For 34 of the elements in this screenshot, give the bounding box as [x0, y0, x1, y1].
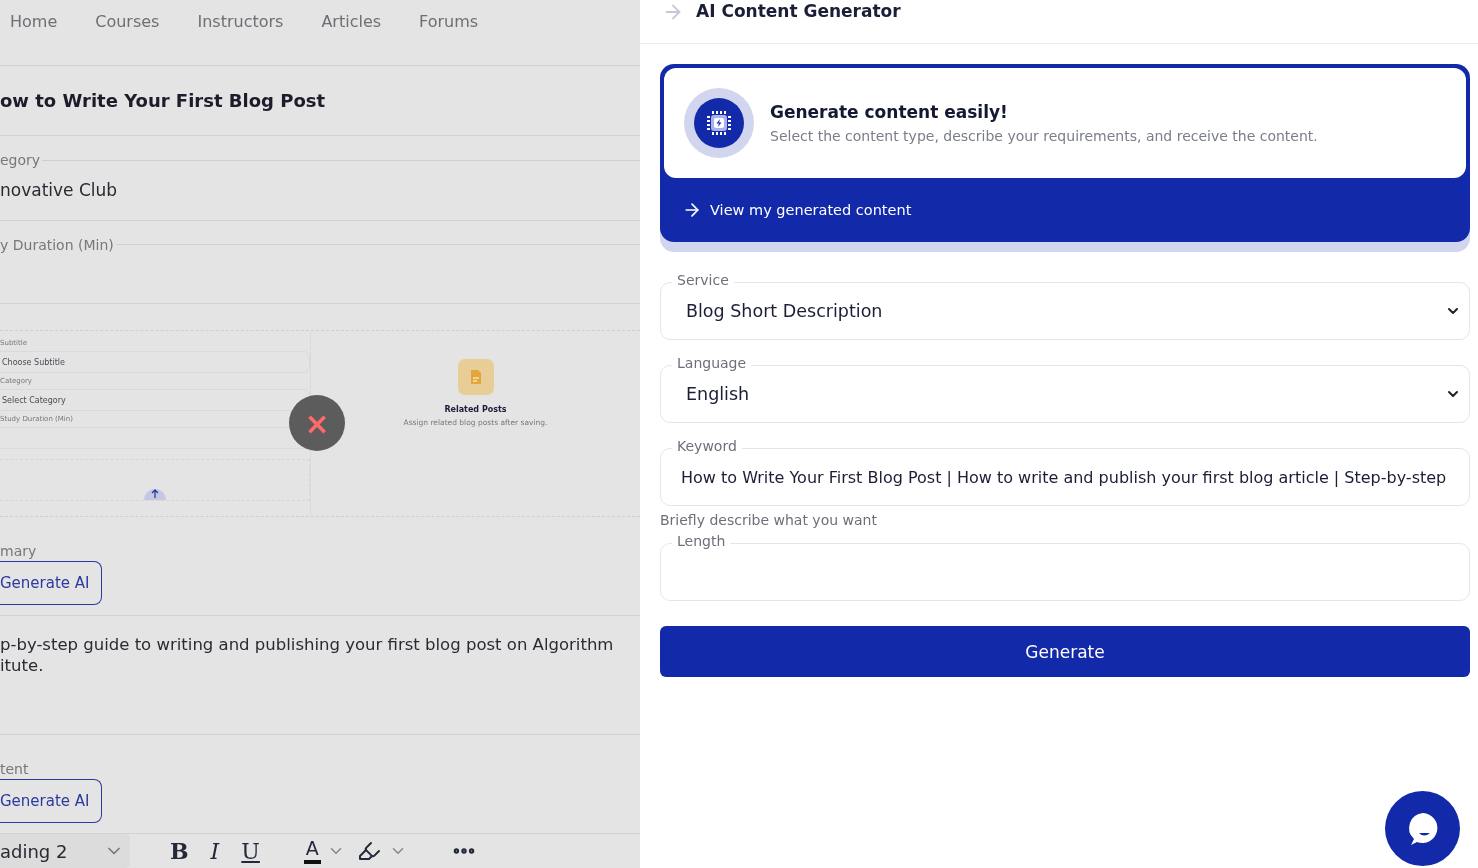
intro-text: Select the content type, describe your requirements, and receive the content. [770, 128, 1318, 144]
field-legend: tent [0, 761, 29, 777]
summary-text: p-by-step guide to writing and publishing your first blog post on Algorithm itute. [0, 633, 615, 676]
intro-heading: Generate content easily! [770, 102, 1009, 122]
block-style-select[interactable]: ading 2 [0, 834, 130, 868]
generate-ai-button[interactable]: Generate AI [0, 560, 102, 605]
generate-button[interactable]: Generate [660, 626, 1470, 677]
field-legend: y Duration (Min) [0, 236, 114, 253]
field-legend: egory [0, 152, 41, 169]
italic-button[interactable]: I [202, 834, 228, 868]
generate-ai-button[interactable]: Generate AI [0, 779, 102, 823]
underline-button[interactable]: U [233, 834, 268, 868]
text-color-button[interactable]: A [303, 838, 321, 864]
panel-title: AI Content Generator [696, 1, 901, 21]
nav-link[interactable]: Home [10, 11, 58, 31]
field-legend: mary [0, 542, 37, 559]
generated-content-link[interactable]: View my generated content [664, 178, 912, 242]
nav-link[interactable]: Forums [419, 11, 479, 31]
mini-field: Select Category [0, 389, 310, 412]
post-title: ow to Write Your First Blog Post [0, 89, 326, 111]
field-value[interactable]: novative Club [0, 180, 640, 201]
bold-button[interactable]: B [162, 834, 197, 868]
chip-icon [704, 108, 734, 138]
nav-link[interactable]: Articles [321, 11, 382, 31]
mini-field: Choose Subtitle [0, 351, 310, 374]
field-label: Length [672, 533, 731, 549]
nav-link[interactable]: Instructors [197, 11, 284, 31]
nav-link[interactable]: Courses [95, 11, 160, 31]
field-hint: Briefly describe what you want [660, 512, 878, 528]
related-title: Related Posts [444, 405, 507, 415]
field-label: Language [672, 355, 752, 371]
document-icon [457, 359, 494, 396]
field-label: Service [672, 272, 734, 288]
field-label: Keyword [672, 438, 742, 454]
